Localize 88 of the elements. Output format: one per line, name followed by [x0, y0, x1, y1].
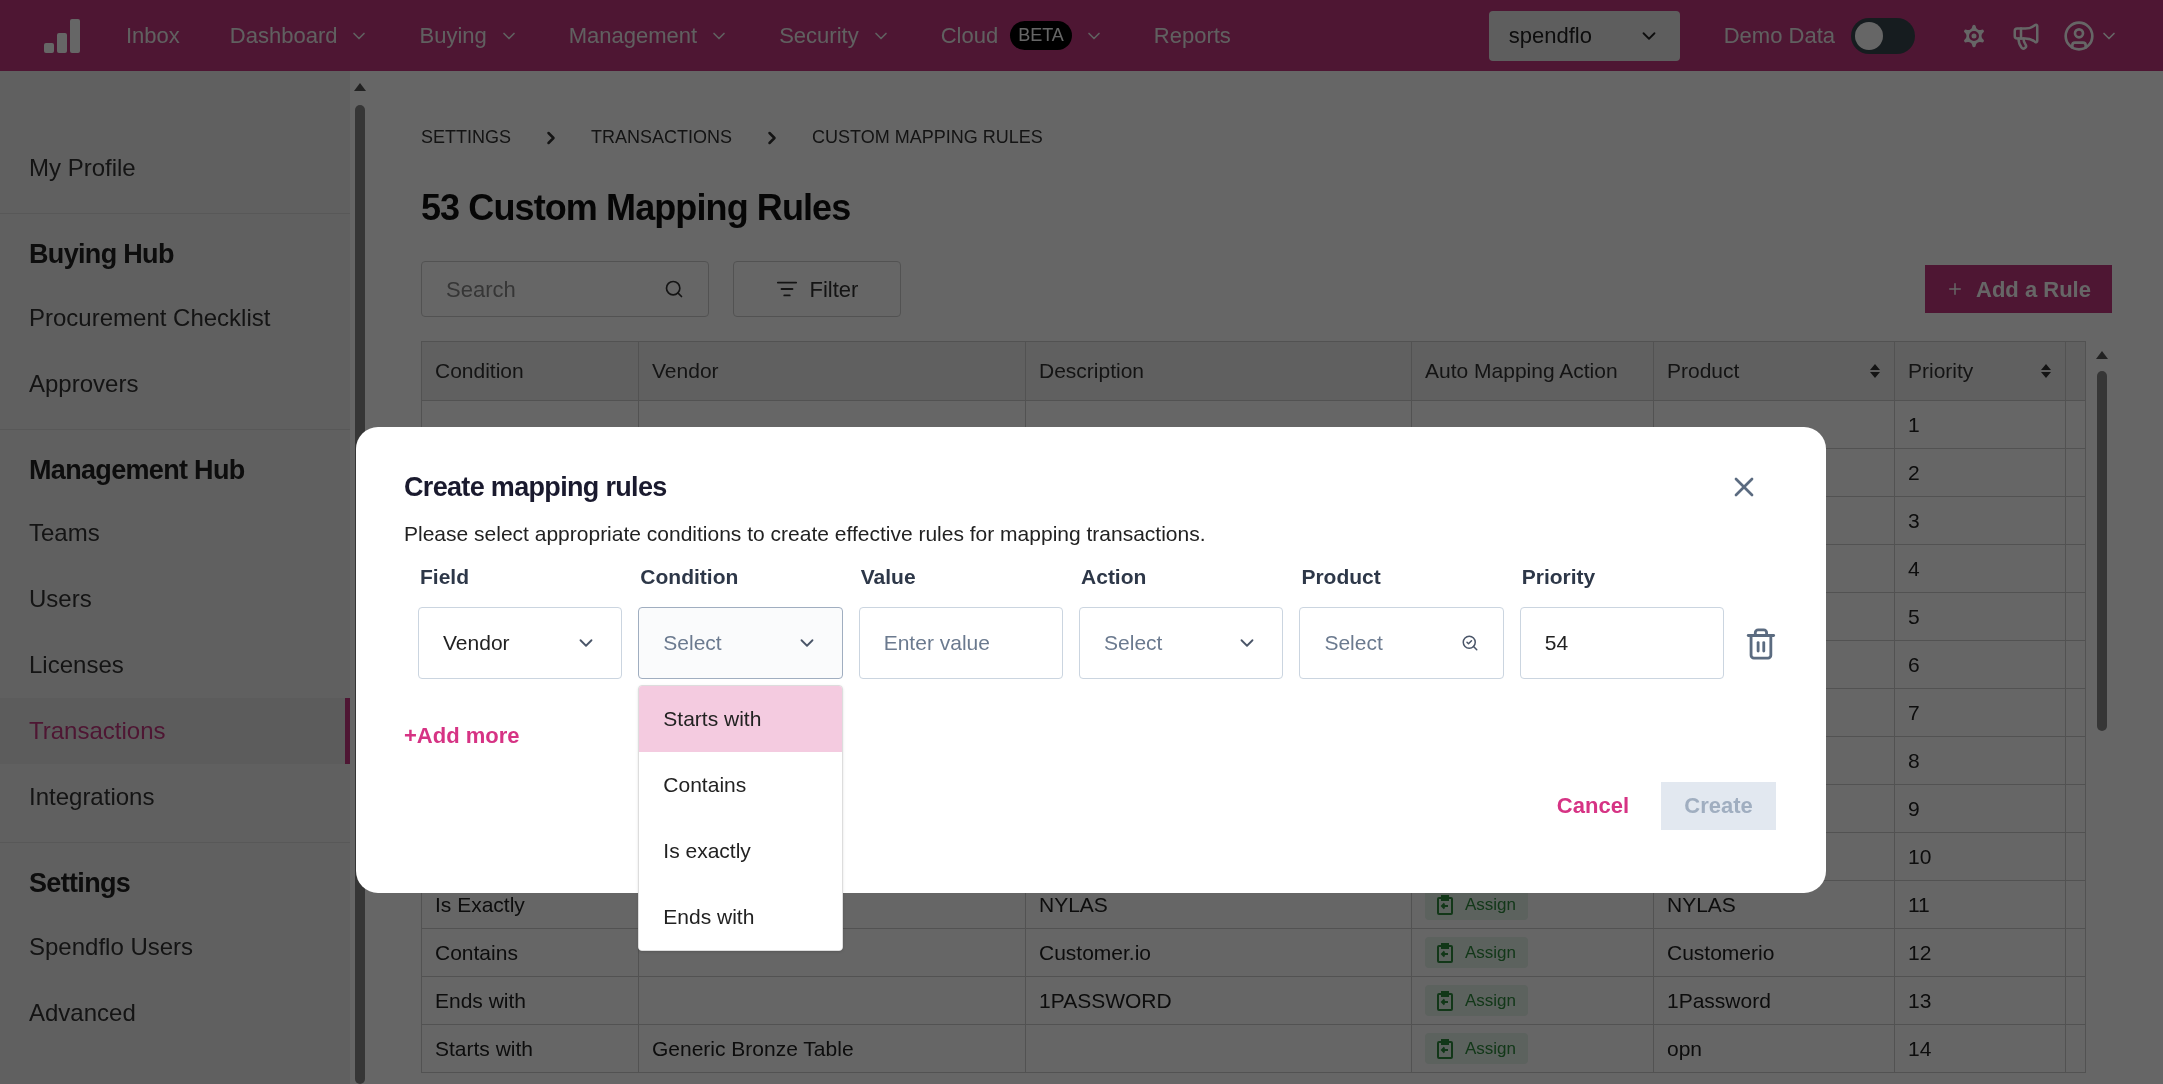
nav-menu-item[interactable]: Dashboard — [229, 19, 370, 52]
table-cell: 2 — [1895, 449, 2066, 497]
filter-button[interactable]: Filter — [733, 261, 901, 317]
priority-input[interactable]: 54 — [1519, 606, 1725, 679]
demo-data-label: Demo Data — [1723, 22, 1835, 50]
table-header-cell: Auto Mapping Action — [1412, 341, 1654, 401]
nav-menu-item[interactable]: Buying — [419, 19, 519, 52]
trash-icon[interactable] — [1744, 626, 1778, 661]
table-header-cell: Priority — [1895, 341, 2066, 401]
field-label: Condition — [639, 564, 740, 590]
table-header-cell: Vendor — [639, 341, 1026, 401]
table-cell: 4 — [1895, 545, 2066, 593]
table-cell: Starts with — [422, 1025, 639, 1073]
nav-menu-item[interactable]: Security — [779, 19, 891, 52]
table-cell: 9 — [1895, 785, 2066, 833]
table-cell: 3 — [1895, 497, 2066, 545]
sidebar-item[interactable]: Licenses — [0, 632, 350, 698]
field-label: Priority — [1520, 564, 1597, 590]
beta-badge: BETA — [1010, 21, 1072, 50]
nav-menu-item[interactable]: Reports — [1153, 19, 1231, 52]
nav-menu-item[interactable]: Inbox — [126, 19, 180, 52]
table-cell: 14 — [1895, 1025, 2066, 1073]
field-label: Product — [1300, 564, 1382, 590]
sidebar-item[interactable]: My Profile — [0, 135, 350, 201]
assign-badge[interactable]: Assign — [1425, 984, 1529, 1017]
sidebar-section-title: Management Hub — [28, 453, 246, 487]
sidebar-item[interactable]: Advanced — [0, 979, 350, 1046]
sidebar-item[interactable]: Transactions — [0, 698, 350, 764]
demo-data-toggle[interactable] — [1851, 17, 1915, 54]
table-cell: Ends with — [422, 977, 639, 1025]
sidebar-section-title: Settings — [28, 867, 132, 900]
breadcrumb-item[interactable]: SETTINGS — [421, 124, 511, 151]
search-icon — [664, 279, 684, 299]
value-input[interactable]: Enter value — [858, 606, 1064, 679]
modal-description: Please select appropriate conditions to create effective rules for mapping transactions. — [404, 520, 1207, 547]
table-cell: 5 — [1895, 593, 2066, 641]
sidebar-section-title: Buying Hub — [28, 238, 175, 271]
sidebar-item[interactable]: Users — [0, 566, 350, 632]
cancel-button[interactable]: Cancel — [1554, 789, 1631, 822]
add-rule-button[interactable]: Add a Rule — [1925, 265, 2112, 313]
sort-icon[interactable] — [2040, 363, 2052, 379]
nav-menu-item[interactable]: Cloud BETA — [940, 19, 1104, 52]
table-cell: Customer.io — [1026, 929, 1412, 977]
sidebar-item[interactable]: Spendflo Users — [0, 913, 350, 980]
table-header-cell: Product — [1654, 341, 1895, 401]
sidebar-item[interactable]: Integrations — [0, 764, 350, 830]
field-select[interactable]: Vendor — [418, 606, 623, 679]
sidebar-item[interactable]: Approvers — [0, 350, 350, 417]
assign-badge[interactable]: Assign — [1425, 1032, 1529, 1065]
field-label: Action — [1080, 564, 1148, 590]
dropdown-option[interactable]: Is exactly — [639, 817, 843, 884]
action-select[interactable]: Select — [1079, 606, 1284, 679]
product-select[interactable]: Select — [1299, 606, 1504, 679]
table-cell: 11 — [1895, 881, 2066, 929]
sidebar-item[interactable]: Procurement Checklist — [0, 284, 350, 351]
table-cell: 10 — [1895, 833, 2066, 881]
modal-title: Create mapping rules — [404, 471, 667, 504]
org-select[interactable]: spendflo — [1488, 10, 1680, 61]
add-more-link[interactable]: +Add more — [404, 718, 520, 752]
table-cell: 8 — [1895, 737, 2066, 785]
dropdown-option[interactable]: Contains — [639, 751, 843, 818]
search-icon — [1460, 633, 1479, 652]
table-header-cell: Condition — [422, 341, 639, 401]
condition-select[interactable]: Select — [638, 606, 843, 679]
table-cell: 7 — [1895, 689, 2066, 737]
table-cell: Customerio — [1654, 929, 1895, 977]
dropdown-option[interactable]: Starts with — [639, 685, 843, 752]
field-label: Field — [419, 564, 470, 590]
sidebar-item[interactable]: Teams — [0, 500, 350, 566]
table-cell: 13 — [1895, 977, 2066, 1025]
field-label: Value — [859, 564, 917, 590]
table-cell: Generic Bronze Table — [639, 1025, 1026, 1073]
user-avatar-icon[interactable] — [2063, 19, 2095, 52]
nav-menu-item[interactable]: Management — [568, 19, 730, 52]
dropdown-option[interactable]: Ends with — [639, 883, 843, 950]
table-cell: opn — [1654, 1025, 1895, 1073]
breadcrumb-item[interactable]: TRANSACTIONS — [591, 124, 733, 151]
page-title: 53 Custom Mapping Rules — [421, 186, 852, 230]
table-header-cell: Description — [1026, 341, 1412, 401]
table-cell: 12 — [1895, 929, 2066, 977]
sort-icon[interactable] — [1869, 363, 1881, 379]
table-cell: 6 — [1895, 641, 2066, 689]
table-cell: 1 — [1895, 401, 2066, 449]
table-cell: 1PASSWORD — [1026, 977, 1412, 1025]
breadcrumb-item[interactable]: CUSTOM MAPPING RULES — [812, 124, 1043, 151]
table-cell: 1Password — [1654, 977, 1895, 1025]
assign-badge[interactable]: Assign — [1425, 936, 1529, 969]
bar-chart-logo-icon[interactable] — [44, 18, 82, 53]
